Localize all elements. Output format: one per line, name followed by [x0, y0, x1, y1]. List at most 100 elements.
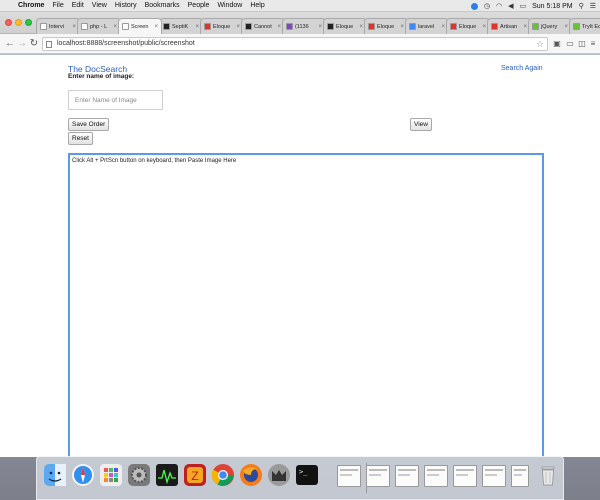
tab-close-icon[interactable]: × — [277, 24, 281, 30]
tab-title: (1136 — [295, 23, 309, 30]
document-thumbnail[interactable] — [424, 465, 448, 487]
tab-title: Eloque — [336, 23, 354, 30]
forward-arrow-icon[interactable]: → — [16, 37, 28, 51]
tab-title: Intervi — [49, 23, 64, 30]
menu-edit[interactable]: Edit — [72, 2, 84, 9]
cast-icon[interactable]: ▭ — [565, 38, 575, 49]
menu-people[interactable]: People — [188, 2, 210, 9]
launchpad-icon[interactable] — [99, 463, 123, 487]
tab-title: php - L — [90, 23, 108, 30]
menu-window[interactable]: Window — [217, 2, 242, 9]
tab-close-icon[interactable]: × — [523, 24, 527, 30]
browser-tab[interactable]: Artisan × — [487, 18, 531, 34]
notification-center-icon[interactable]: ☰ — [590, 2, 596, 10]
close-window-icon[interactable] — [5, 19, 12, 26]
finder-icon[interactable] — [43, 463, 67, 487]
browser-tab[interactable]: laravel × — [405, 18, 449, 34]
bookmark-star-icon[interactable]: ☆ — [536, 38, 544, 50]
address-bar[interactable]: localhost:8888/screenshot/public/screens… — [42, 37, 548, 51]
menu-bar: Chrome File Edit View History Bookmarks … — [0, 0, 600, 12]
document-thumbnail[interactable] — [453, 465, 477, 487]
tab-close-icon[interactable]: × — [72, 24, 76, 30]
paste-instructions: Click Alt + PrtScn button on keyboard, t… — [72, 158, 237, 164]
menu-file[interactable]: File — [52, 2, 63, 9]
tab-favicon-icon — [368, 23, 375, 30]
document-thumbnail[interactable] — [511, 465, 529, 487]
tab-favicon-icon — [163, 23, 170, 30]
tab-title: laravel — [418, 23, 435, 30]
system-preferences-icon[interactable] — [127, 463, 151, 487]
chrome-menu-icon[interactable]: ≡ — [588, 38, 598, 49]
thumb-line — [398, 474, 410, 476]
wifi-icon[interactable]: ◠ — [496, 2, 502, 10]
document-thumbnail[interactable] — [337, 465, 361, 487]
browser-tab[interactable]: php - L × — [77, 18, 121, 34]
search-again-link[interactable]: Search Again — [501, 65, 543, 72]
menu-history[interactable]: History — [115, 2, 137, 9]
trash-icon[interactable] — [536, 463, 560, 487]
image-name-input[interactable] — [68, 90, 163, 110]
thumb-line — [514, 474, 522, 476]
spotlight-search-icon[interactable]: ⚲ — [579, 2, 584, 10]
menu-help[interactable]: Help — [250, 2, 264, 9]
tab-title: Cannot — [254, 23, 272, 30]
save-order-button[interactable]: Save Order — [68, 118, 110, 131]
browser-tab[interactable]: jQuery × — [528, 18, 572, 34]
tab-close-icon[interactable]: × — [482, 24, 486, 30]
browser-tab[interactable]: Intervi × — [36, 18, 80, 34]
minimize-window-icon[interactable] — [15, 19, 22, 26]
safari-icon[interactable] — [71, 463, 95, 487]
extension-icon[interactable]: ▣ — [552, 38, 562, 49]
thumb-line — [340, 469, 358, 471]
chrome-icon[interactable] — [211, 463, 235, 487]
activity-monitor-icon[interactable] — [155, 463, 179, 487]
menu-view[interactable]: View — [92, 2, 107, 9]
thumb-line — [485, 469, 503, 471]
browser-tab[interactable]: Eloque × — [323, 18, 367, 34]
thumb-line — [456, 474, 468, 476]
browser-tab[interactable]: Eloque × — [364, 18, 408, 34]
menubar-clock[interactable]: Sun 5:18 PM — [532, 3, 572, 10]
tab-close-icon[interactable]: × — [400, 24, 404, 30]
tab-close-icon[interactable]: × — [441, 24, 445, 30]
reload-icon[interactable]: ↻ — [28, 37, 40, 51]
image-name-label: Enter name of image: — [68, 73, 135, 80]
image-paste-area[interactable]: Click Alt + PrtScn button on keyboard, t… — [68, 153, 544, 457]
tab-close-icon[interactable]: × — [113, 24, 117, 30]
browser-tab[interactable]: TryIt Ec× — [569, 18, 600, 34]
mamp-icon[interactable] — [267, 463, 291, 487]
tab-close-icon[interactable]: × — [195, 24, 199, 30]
terminal-icon[interactable]: >_ — [295, 463, 319, 487]
tab-close-icon[interactable]: × — [236, 24, 240, 30]
tab-close-icon[interactable]: × — [318, 24, 322, 30]
volume-icon[interactable]: ◀ — [508, 2, 513, 10]
firefox-icon[interactable] — [239, 463, 263, 487]
dropbox-status-icon[interactable] — [470, 2, 478, 10]
thumb-line — [369, 469, 387, 471]
browser-tab[interactable]: Eloque × — [200, 18, 244, 34]
tab-favicon-icon — [245, 23, 252, 30]
filezilla-icon[interactable]: Z — [183, 463, 207, 487]
url-text[interactable]: localhost:8888/screenshot/public/screens… — [57, 40, 195, 47]
tab-favicon-icon — [286, 23, 293, 30]
document-thumbnail[interactable] — [395, 465, 419, 487]
menu-bookmarks[interactable]: Bookmarks — [145, 2, 180, 9]
tab-close-icon[interactable]: × — [359, 24, 363, 30]
document-thumbnail[interactable] — [366, 465, 390, 487]
time-machine-icon[interactable]: ◷ — [484, 2, 490, 10]
browser-tab[interactable]: Eloque × — [446, 18, 490, 34]
browser-tab[interactable]: Cannot × — [241, 18, 285, 34]
tab-close-icon[interactable]: × — [154, 24, 158, 30]
zoom-window-icon[interactable] — [25, 19, 32, 26]
tab-close-icon[interactable]: × — [564, 24, 568, 30]
reset-button[interactable]: Reset — [68, 132, 93, 145]
browser-tab[interactable]: (1136 × — [282, 18, 326, 34]
browser-tab[interactable]: Screen × — [118, 18, 162, 34]
browser-tab[interactable]: SeptiK × — [159, 18, 203, 34]
document-thumbnail[interactable] — [482, 465, 506, 487]
back-arrow-icon[interactable]: ← — [4, 37, 16, 51]
view-button[interactable]: View — [410, 118, 432, 131]
battery-icon[interactable]: ▭ — [519, 2, 526, 10]
extension-2-icon[interactable]: ◫ — [577, 38, 587, 49]
menu-app-name[interactable]: Chrome — [18, 2, 44, 9]
